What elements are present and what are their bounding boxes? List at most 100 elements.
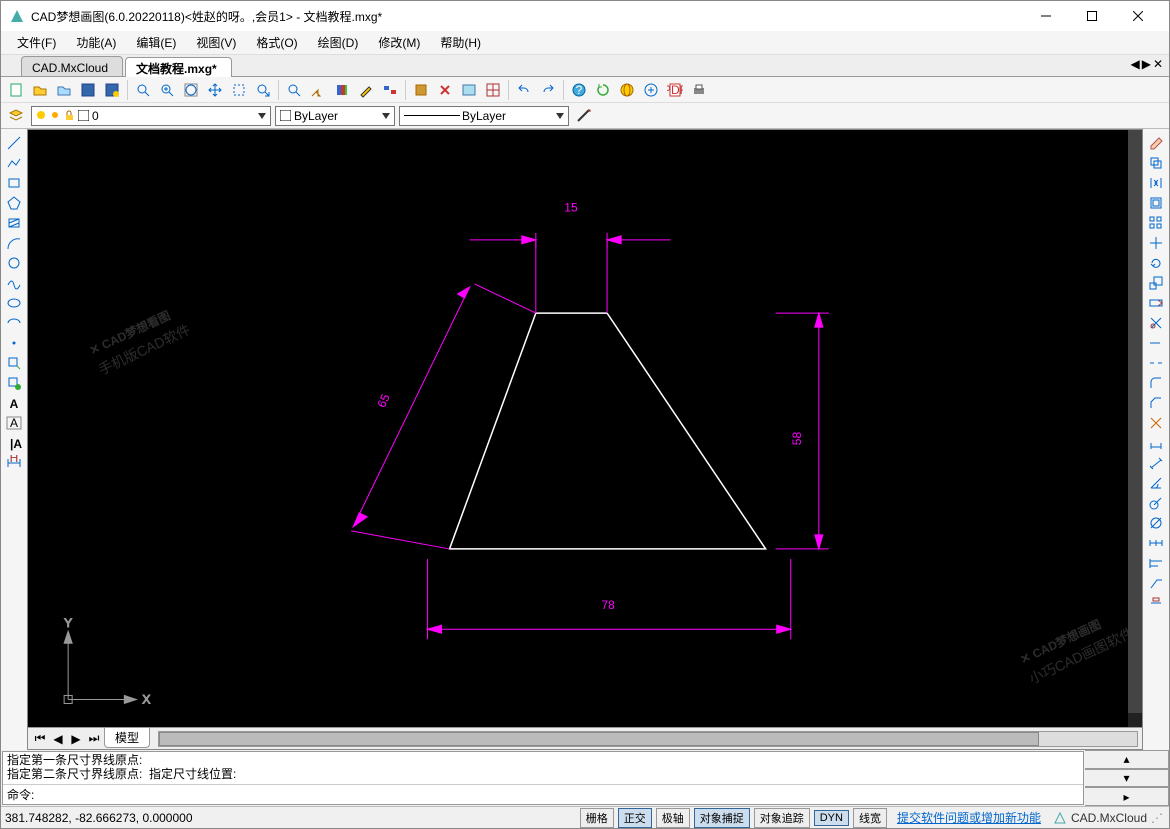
redo-button[interactable]: [537, 79, 559, 101]
dim-diameter-tool[interactable]: [1145, 513, 1167, 533]
status-feedback-link[interactable]: 提交软件问题或增加新功能: [897, 809, 1041, 826]
help-button[interactable]: ?: [568, 79, 590, 101]
status-lwt[interactable]: 线宽: [853, 808, 887, 828]
menu-function[interactable]: 功能(A): [68, 32, 124, 53]
print-button[interactable]: [688, 79, 710, 101]
dim-continue-tool[interactable]: [1145, 533, 1167, 553]
globe-button[interactable]: [616, 79, 638, 101]
status-otrack[interactable]: 对象追踪: [754, 808, 810, 828]
menu-edit[interactable]: 编辑(E): [128, 32, 184, 53]
command-input[interactable]: [38, 788, 1079, 802]
status-cloud[interactable]: CAD.MxCloud ⋰: [1053, 811, 1165, 825]
dim-angular-tool[interactable]: [1145, 473, 1167, 493]
hscrollbar[interactable]: [158, 731, 1138, 747]
tab-cloud[interactable]: CAD.MxCloud: [21, 56, 123, 76]
layer-dropdown[interactable]: 0: [31, 106, 271, 126]
text-style-tool[interactable]: |A: [3, 433, 25, 453]
cloud-button[interactable]: [640, 79, 662, 101]
layer-manager-button[interactable]: [5, 105, 27, 127]
layers-button[interactable]: [331, 79, 353, 101]
modify-copy-tool[interactable]: [1145, 153, 1167, 173]
circle-tool[interactable]: [3, 253, 25, 273]
modify-erase-tool[interactable]: [1145, 133, 1167, 153]
zoom-extents-button[interactable]: [180, 79, 202, 101]
dim-style-tool[interactable]: [1145, 593, 1167, 613]
arc-tool[interactable]: [3, 233, 25, 253]
block-insert-tool[interactable]: [3, 353, 25, 373]
mtext-tool[interactable]: A: [3, 413, 25, 433]
modify-rotate-tool[interactable]: [1145, 253, 1167, 273]
hatch-tool[interactable]: [3, 213, 25, 233]
layout-tab-model[interactable]: 模型: [104, 728, 150, 748]
spline-tool[interactable]: [3, 273, 25, 293]
menu-format[interactable]: 格式(O): [248, 32, 305, 53]
linetype-dropdown[interactable]: ByLayer: [399, 106, 569, 126]
layout-next-icon[interactable]: ▶: [68, 731, 84, 747]
cmd-scroll-up[interactable]: ▴: [1085, 750, 1169, 769]
rectangle-tool[interactable]: [3, 173, 25, 193]
zoom-window-button[interactable]: [228, 79, 250, 101]
menu-draw[interactable]: 绘图(D): [310, 32, 367, 53]
drawing-canvas[interactable]: 15 78 58: [28, 130, 1142, 727]
modify-array-tool[interactable]: [1145, 213, 1167, 233]
pan-button[interactable]: [204, 79, 226, 101]
color-button[interactable]: [355, 79, 377, 101]
modify-extend-tool[interactable]: [1145, 333, 1167, 353]
lineweight-button[interactable]: [573, 105, 595, 127]
menu-modify[interactable]: 修改(M): [370, 32, 428, 53]
refresh-button[interactable]: [592, 79, 614, 101]
maximize-button[interactable]: [1069, 1, 1115, 31]
zoom-button[interactable]: [132, 79, 154, 101]
modify-break-tool[interactable]: [1145, 353, 1167, 373]
status-osnap[interactable]: 对象捕捉: [694, 808, 750, 828]
block-button[interactable]: [410, 79, 432, 101]
open-button[interactable]: [29, 79, 51, 101]
block-create-tool[interactable]: [3, 373, 25, 393]
line-tool[interactable]: [3, 133, 25, 153]
cmd-scroll-down[interactable]: ▾: [1085, 769, 1169, 788]
modify-stretch-tool[interactable]: [1145, 293, 1167, 313]
save-button[interactable]: [77, 79, 99, 101]
minimize-button[interactable]: [1023, 1, 1069, 31]
zoom-prev-button[interactable]: [252, 79, 274, 101]
status-grid[interactable]: 栅格: [580, 808, 614, 828]
menu-help[interactable]: 帮助(H): [432, 32, 489, 53]
save-as-button[interactable]: [101, 79, 123, 101]
dim-linear-tool[interactable]: [1145, 433, 1167, 453]
table-button[interactable]: [482, 79, 504, 101]
status-dyn[interactable]: DYN: [814, 810, 849, 826]
xref-button[interactable]: [434, 79, 456, 101]
modify-mirror-tool[interactable]: [1145, 173, 1167, 193]
point-tool[interactable]: [3, 333, 25, 353]
status-ortho[interactable]: 正交: [618, 808, 652, 828]
properties-button[interactable]: [283, 79, 305, 101]
leader-tool[interactable]: [1145, 573, 1167, 593]
modify-trim-tool[interactable]: [1145, 313, 1167, 333]
linetype-button[interactable]: [379, 79, 401, 101]
status-polar[interactable]: 极轴: [656, 808, 690, 828]
menu-file[interactable]: 文件(F): [9, 32, 64, 53]
open-cloud-button[interactable]: [53, 79, 75, 101]
pdf-button[interactable]: PDF: [664, 79, 686, 101]
polygon-tool[interactable]: [3, 193, 25, 213]
menu-view[interactable]: 视图(V): [188, 32, 244, 53]
color-dropdown[interactable]: ByLayer: [275, 106, 395, 126]
modify-fillet-tool[interactable]: [1145, 373, 1167, 393]
dimension-tool[interactable]: H: [3, 453, 25, 473]
close-button[interactable]: [1115, 1, 1161, 31]
undo-button[interactable]: [513, 79, 535, 101]
dim-radius-tool[interactable]: [1145, 493, 1167, 513]
dim-baseline-tool[interactable]: [1145, 553, 1167, 573]
modify-move-tool[interactable]: [1145, 233, 1167, 253]
new-button[interactable]: [5, 79, 27, 101]
image-button[interactable]: [458, 79, 480, 101]
ellipse-arc-tool[interactable]: [3, 313, 25, 333]
tab-document[interactable]: 文档教程.mxg*: [125, 57, 232, 77]
match-props-button[interactable]: [307, 79, 329, 101]
tab-prev-icon[interactable]: ◀: [1130, 57, 1139, 71]
modify-offset-tool[interactable]: [1145, 193, 1167, 213]
tab-next-icon[interactable]: ▶: [1142, 57, 1151, 71]
dim-aligned-tool[interactable]: [1145, 453, 1167, 473]
layout-last-icon[interactable]: ⏭: [86, 731, 102, 747]
text-tool[interactable]: A: [3, 393, 25, 413]
